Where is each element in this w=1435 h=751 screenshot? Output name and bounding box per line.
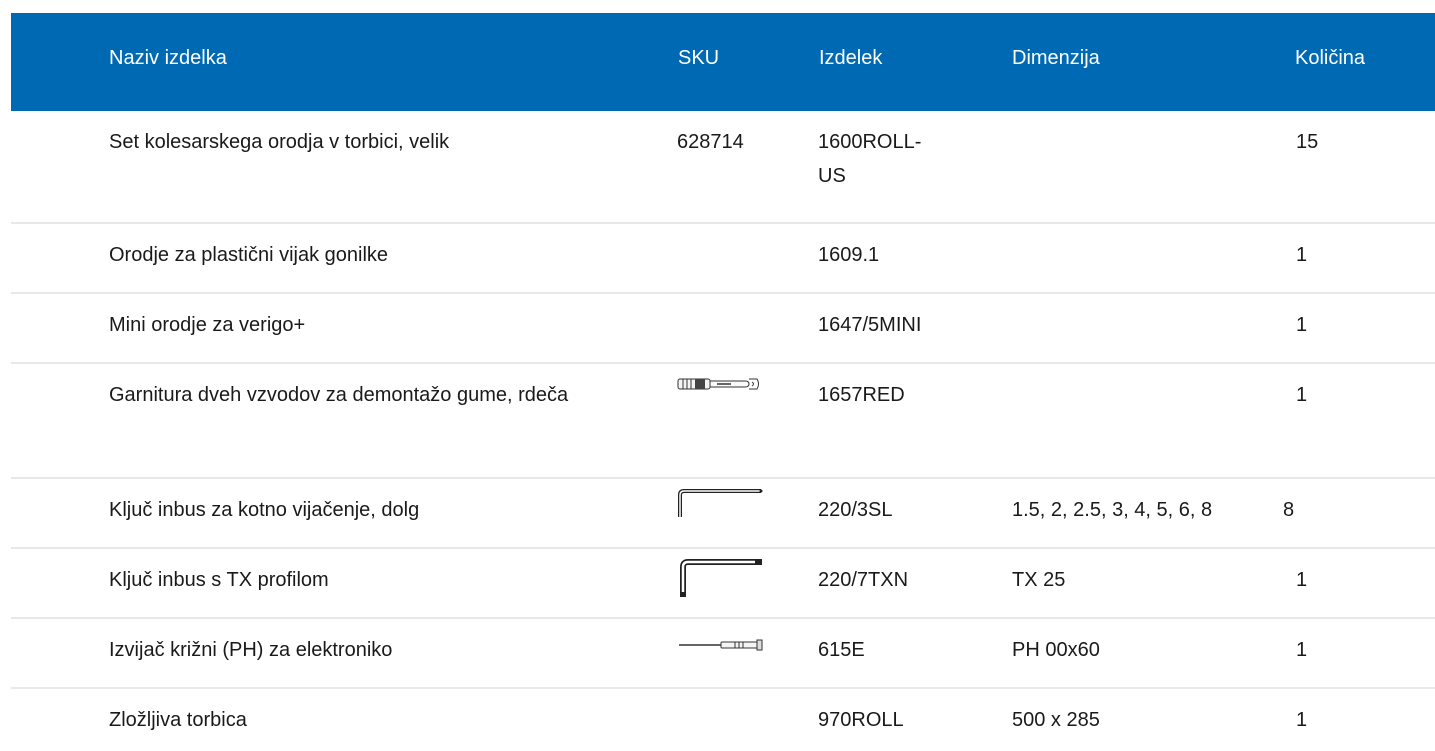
row-article: 615E bbox=[818, 639, 865, 661]
header-dimension: Dimenzija bbox=[1012, 47, 1100, 69]
row-article: 1657RED bbox=[818, 384, 905, 406]
row-name: Mini orodje za verigo+ bbox=[109, 314, 306, 336]
header-article: Izdelek bbox=[819, 47, 883, 69]
row-name: Izvijač križni (PH) za elektroniko bbox=[109, 639, 393, 661]
row-article: 220/3SL bbox=[818, 499, 893, 521]
row-quantity: 1 bbox=[1296, 709, 1308, 731]
row-name: Garnitura dveh vzvodov za demontažo gume… bbox=[109, 384, 569, 406]
row-dimension: 1.5, 2, 2.5, 3, 4, 5, 6, 8 bbox=[1012, 499, 1213, 521]
row-name: Zložljiva torbica bbox=[109, 709, 247, 731]
table-row: Ključ inbus za kotno vijačenje, dolg 220… bbox=[11, 479, 1435, 549]
row-quantity: 15 bbox=[1296, 131, 1319, 153]
table-row: Orodje za plastični vijak gonilke 1609.1… bbox=[11, 224, 1435, 294]
row-name: Orodje za plastični vijak gonilke bbox=[109, 244, 389, 266]
row-article: 1600ROLL- US bbox=[818, 131, 922, 187]
row-dimension: PH 00x60 bbox=[1012, 639, 1100, 661]
tire-lever-icon bbox=[677, 370, 761, 404]
row-quantity: 1 bbox=[1296, 569, 1308, 591]
allen-key-icon bbox=[677, 489, 765, 530]
row-article: 220/7TXN bbox=[818, 569, 909, 591]
row-quantity: 8 bbox=[1283, 499, 1295, 521]
table-row: Ključ inbus s TX profilom 220/7TXN TX 25… bbox=[11, 549, 1435, 619]
table-header: Naziv izdelka SKU Izdelek Dimenzija Koli… bbox=[11, 13, 1435, 111]
torx-key-icon bbox=[677, 559, 765, 610]
row-article: 970ROLL bbox=[818, 709, 904, 731]
row-name: Ključ inbus za kotno vijačenje, dolg bbox=[109, 499, 420, 521]
screwdriver-icon bbox=[677, 628, 765, 662]
header-name: Naziv izdelka bbox=[109, 47, 227, 69]
header-quantity: Količina bbox=[1295, 47, 1366, 69]
table-row: Zložljiva torbica 970ROLL 500 x 285 1 bbox=[11, 689, 1435, 751]
row-dimension: TX 25 bbox=[1012, 569, 1066, 591]
row-name: Set kolesarskega orodja v torbici, velik bbox=[109, 131, 450, 153]
row-quantity: 1 bbox=[1296, 639, 1308, 661]
row-article: 1609.1 bbox=[818, 244, 880, 266]
row-dimension: 500 x 285 bbox=[1012, 709, 1100, 731]
row-sku: 628714 bbox=[677, 131, 744, 153]
row-quantity: 1 bbox=[1296, 384, 1308, 406]
table-row: Mini orodje za verigo+ 1647/5MINI 1 bbox=[11, 294, 1435, 364]
header-sku: SKU bbox=[678, 47, 720, 69]
row-name: Ključ inbus s TX profilom bbox=[109, 569, 329, 591]
row-quantity: 1 bbox=[1296, 244, 1308, 266]
table-row: Set kolesarskega orodja v torbici, velik… bbox=[11, 111, 1435, 224]
row-article: 1647/5MINI bbox=[818, 314, 922, 336]
table-row: Garnitura dveh vzvodov za demontažo gume… bbox=[11, 364, 1435, 479]
table-row: Izvijač križni (PH) za elektroniko 615E … bbox=[11, 619, 1435, 689]
product-table: Naziv izdelka SKU Izdelek Dimenzija Koli… bbox=[11, 13, 1435, 751]
row-quantity: 1 bbox=[1296, 314, 1308, 336]
